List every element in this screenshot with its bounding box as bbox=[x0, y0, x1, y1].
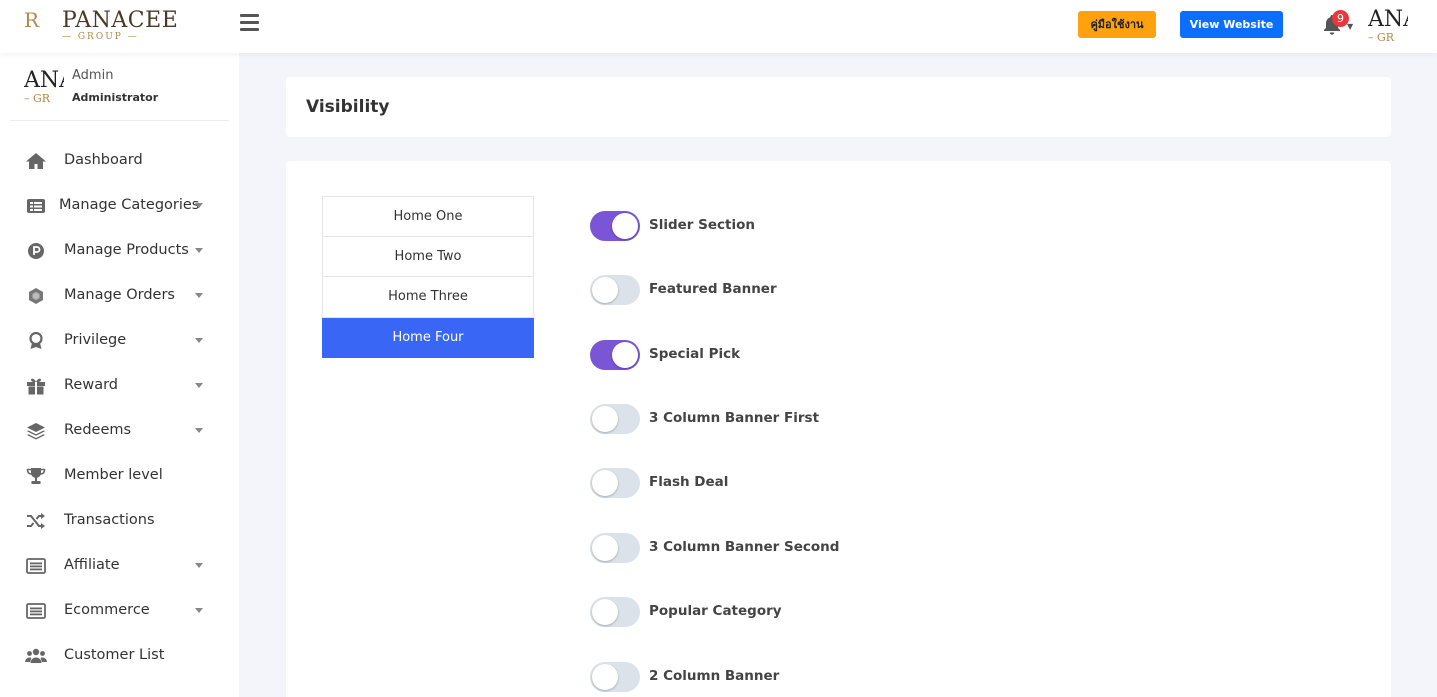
chevron-down-icon bbox=[195, 248, 203, 253]
flash-deal-toggle[interactable] bbox=[590, 468, 640, 498]
trophy-icon bbox=[25, 467, 47, 485]
list-alt-icon bbox=[25, 557, 47, 575]
sidebar-item-privilege[interactable]: Privilege bbox=[0, 323, 239, 359]
chevron-down-icon bbox=[195, 383, 203, 388]
chevron-down-icon bbox=[195, 293, 203, 298]
top-bar: R PANACEE — GROUP — คู่มือใช้งาน View We… bbox=[0, 0, 1437, 53]
gift-icon bbox=[25, 377, 47, 395]
sidebar-item-label: Customer List bbox=[64, 647, 165, 663]
user-role: Administrator bbox=[72, 91, 159, 104]
user-avatar: ANA – GR bbox=[24, 69, 64, 105]
sidebar-item-dashboard[interactable]: Dashboard bbox=[0, 143, 239, 179]
sidebar-item-label: Dashboard bbox=[64, 152, 143, 168]
avatar-text: ANA bbox=[1368, 8, 1408, 32]
chevron-down-icon bbox=[195, 338, 203, 343]
user-name: Admin bbox=[72, 68, 114, 83]
sidebar-item-manage-orders[interactable]: Manage Orders bbox=[0, 278, 239, 314]
sidebar-item-label: Affiliate bbox=[64, 557, 120, 573]
sidebar-item-member-level[interactable]: Member level bbox=[0, 458, 239, 494]
3-column-banner-second-toggle[interactable] bbox=[590, 533, 640, 563]
special-pick-toggle[interactable] bbox=[590, 340, 640, 370]
sidebar-item-ecommerce[interactable]: Ecommerce bbox=[0, 593, 239, 629]
toggle-label: Slider Section bbox=[649, 217, 756, 233]
sidebar-item-manage-products[interactable]: Manage Products bbox=[0, 233, 239, 269]
slider-section-toggle[interactable] bbox=[590, 211, 640, 241]
chevron-down-icon bbox=[195, 203, 203, 208]
tab-home-four[interactable]: Home Four bbox=[322, 317, 534, 358]
sidebar-item-label: Transactions bbox=[64, 512, 155, 528]
toggle-label: Featured Banner bbox=[649, 281, 777, 297]
sidebar-item-label: Privilege bbox=[64, 332, 127, 348]
logo-subtext: — GROUP — bbox=[62, 32, 139, 42]
visibility-card: Home One Home Two Home Three Home Four S… bbox=[286, 161, 1391, 697]
sidebar-item-label: Ecommerce bbox=[64, 602, 150, 618]
sidebar-item-customer-list[interactable]: Customer List bbox=[0, 638, 239, 674]
user-avatar-subtext: – GR bbox=[24, 92, 51, 105]
sidebar-item-label: Reward bbox=[64, 377, 118, 393]
users-icon bbox=[25, 647, 47, 665]
sidebar-item-label: Redeems bbox=[64, 422, 132, 438]
sidebar: ANA – GR Admin Administrator Dashboard M… bbox=[0, 53, 239, 697]
sidebar-item-manage-categories[interactable]: Manage Categories bbox=[0, 188, 239, 224]
brand-logo[interactable]: R PANACEE — GROUP — bbox=[24, 6, 178, 44]
sidebar-item-label: Manage Orders bbox=[64, 287, 175, 303]
home-icon bbox=[25, 152, 47, 170]
chevron-down-icon[interactable]: ▼ bbox=[1347, 22, 1353, 31]
chevron-down-icon bbox=[195, 428, 203, 433]
toggle-label: 3 Column Banner First bbox=[649, 410, 820, 426]
menu-toggle-icon[interactable] bbox=[240, 14, 259, 32]
sidebar-item-transactions[interactable]: Transactions bbox=[0, 503, 239, 539]
layers-icon bbox=[25, 422, 47, 440]
user-avatar-text: ANA bbox=[24, 69, 64, 93]
tab-home-one[interactable]: Home One bbox=[322, 196, 534, 237]
3-column-banner-first-toggle[interactable] bbox=[590, 404, 640, 434]
featured-banner-toggle[interactable] bbox=[590, 275, 640, 305]
chevron-down-icon bbox=[195, 608, 203, 613]
sidebar-item-reward[interactable]: Reward bbox=[0, 368, 239, 404]
page-title: Visibility bbox=[306, 97, 390, 117]
user-profile: ANA – GR Admin Administrator bbox=[10, 53, 229, 121]
sidebar-item-label: Member level bbox=[64, 467, 163, 483]
product-icon bbox=[25, 242, 47, 260]
toggle-label: Popular Category bbox=[649, 603, 782, 619]
logo-mark: R bbox=[24, 8, 40, 32]
list-alt-icon bbox=[25, 602, 47, 620]
home-tab-list: Home One Home Two Home Three Home Four bbox=[322, 196, 534, 358]
shuffle-icon bbox=[25, 512, 47, 530]
sidebar-item-affiliate[interactable]: Affiliate bbox=[0, 548, 239, 584]
orders-icon bbox=[25, 287, 47, 305]
award-icon bbox=[25, 332, 47, 350]
2-column-banner-toggle[interactable] bbox=[590, 662, 640, 692]
chevron-down-icon bbox=[195, 563, 203, 568]
manual-button[interactable]: คู่มือใช้งาน bbox=[1078, 11, 1156, 38]
logo-text: PANACEE bbox=[62, 8, 179, 33]
avatar-subtext: – GR bbox=[1368, 31, 1395, 44]
sidebar-item-label: Manage Products bbox=[64, 242, 189, 258]
page-header-card: Visibility bbox=[286, 77, 1391, 137]
popular-category-toggle[interactable] bbox=[590, 597, 640, 627]
tab-home-two[interactable]: Home Two bbox=[322, 236, 534, 277]
toggle-label: 2 Column Banner bbox=[649, 668, 780, 684]
sidebar-item-redeems[interactable]: Redeems bbox=[0, 413, 239, 449]
avatar[interactable]: ANA – GR bbox=[1368, 8, 1408, 44]
list-icon bbox=[25, 197, 47, 215]
view-website-button[interactable]: View Website bbox=[1180, 11, 1283, 38]
toggle-label: Special Pick bbox=[649, 346, 741, 362]
toggle-label: 3 Column Banner Second bbox=[649, 539, 840, 555]
sidebar-item-label: Manage Categories bbox=[59, 197, 200, 213]
toggle-label: Flash Deal bbox=[649, 474, 729, 490]
tab-home-three[interactable]: Home Three bbox=[322, 277, 534, 318]
